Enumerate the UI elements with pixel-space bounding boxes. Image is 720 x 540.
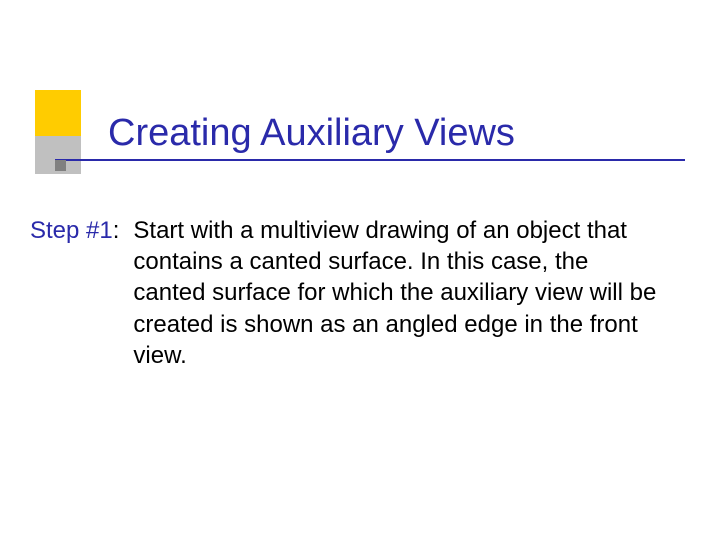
step-row: Step #1: Start with a multiview drawing … — [30, 215, 690, 371]
title-bar: Creating Auxiliary Views — [55, 112, 685, 161]
slide: Creating Auxiliary Views Step #1: Start … — [0, 0, 720, 540]
step-colon: : — [113, 217, 120, 244]
step-number: Step #1 — [30, 217, 113, 244]
step-description: Start with a multiview drawing of an obj… — [133, 215, 658, 371]
slide-title: Creating Auxiliary Views — [55, 112, 685, 157]
decorative-small-gray-square — [55, 160, 66, 171]
title-underline — [55, 159, 685, 161]
step-label: Step #1: — [30, 215, 119, 371]
body-block: Step #1: Start with a multiview drawing … — [30, 215, 690, 371]
